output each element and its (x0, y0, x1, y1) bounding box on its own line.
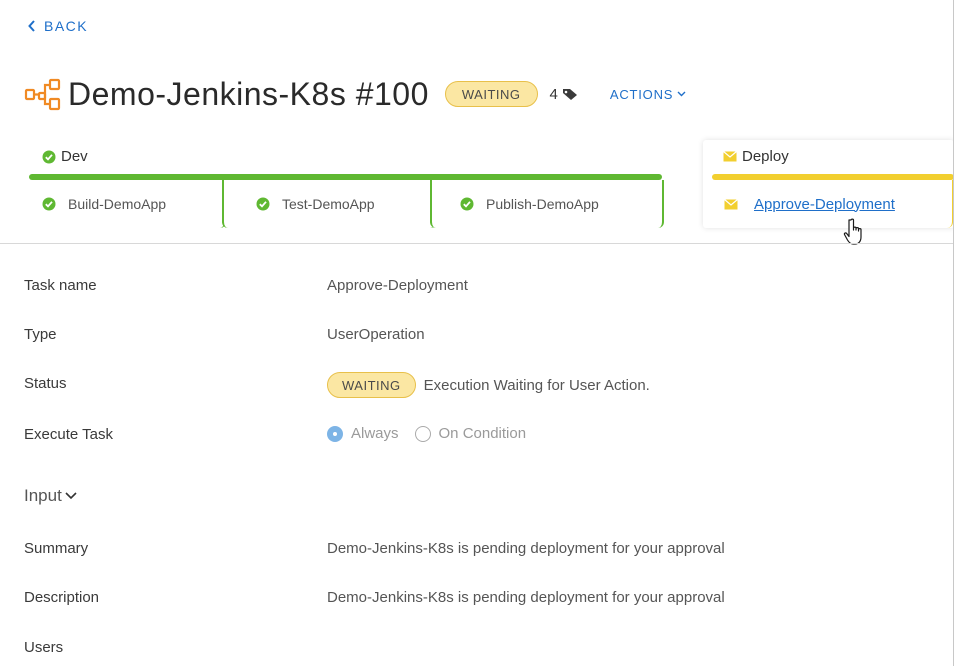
check-circle-icon (256, 197, 270, 211)
summary-label: Summary (24, 540, 89, 557)
stage-dev-label[interactable]: Dev (42, 148, 88, 165)
chevron-left-icon (28, 20, 35, 32)
radio-always[interactable] (327, 425, 343, 442)
tag-count-value: 4 (549, 85, 558, 103)
task-card-test[interactable]: Test-DemoApp (222, 180, 436, 228)
back-link[interactable]: BACK (28, 18, 88, 34)
actions-label: ACTIONS (609, 86, 674, 102)
hand-cursor-icon (843, 218, 862, 245)
stage-dev-name: Dev (61, 148, 88, 165)
task-build-label: Build-DemoApp (68, 196, 167, 212)
radio-on-condition[interactable] (414, 425, 431, 442)
check-circle-icon (42, 150, 56, 163)
task-card-publish[interactable]: Publish-DemoApp (430, 180, 664, 228)
tag-count[interactable]: 4 (550, 86, 578, 103)
input-section-label: Input (24, 486, 62, 505)
stage-deploy-name: Deploy (742, 148, 789, 165)
stage-deploy-label[interactable]: Deploy (723, 148, 789, 165)
task-name-label: Task name (24, 277, 97, 294)
input-section-toggle[interactable]: Input (24, 486, 77, 506)
task-publish-label: Publish-DemoApp (486, 196, 599, 212)
task-name-value: Approve-Deployment (327, 277, 468, 294)
envelope-icon (724, 198, 738, 209)
status-label: Status (24, 375, 67, 392)
type-label: Type (24, 326, 57, 343)
summary-value: Demo-Jenkins-K8s is pending deployment f… (327, 540, 725, 557)
status-text: Execution Waiting for User Action. (423, 376, 650, 394)
pipeline-icon (24, 78, 61, 111)
section-divider (0, 243, 954, 244)
users-label: Users (24, 639, 64, 656)
radio-on-condition-label: On Condition (438, 425, 527, 442)
task-test-label: Test-DemoApp (282, 196, 375, 212)
check-circle-icon (460, 197, 474, 211)
execute-task-options: Always On Condition (327, 425, 526, 442)
status-value: WAITING Execution Waiting for User Actio… (327, 372, 650, 398)
tag-icon (562, 88, 577, 100)
description-label: Description (24, 589, 100, 606)
approve-deployment-link[interactable]: Approve-Deployment (754, 196, 895, 213)
type-value: UserOperation (327, 326, 425, 343)
back-label: BACK (44, 18, 89, 34)
status-badge: WAITING (327, 372, 416, 398)
execute-task-label: Execute Task (24, 426, 113, 443)
page-title: Demo-Jenkins-K8s #100 (68, 75, 429, 112)
radio-always-label: Always (351, 425, 399, 442)
status-badge: WAITING (444, 81, 538, 107)
actions-menu[interactable]: ACTIONS (610, 87, 686, 102)
description-value: Demo-Jenkins-K8s is pending deployment f… (327, 589, 725, 606)
chevron-down-icon (677, 91, 686, 97)
task-card-approve[interactable]: Approve-Deployment (712, 180, 953, 228)
page-header: Demo-Jenkins-K8s #100 WAITING 4 ACTIONS (24, 76, 686, 112)
task-card-build[interactable]: Build-DemoApp (30, 180, 226, 228)
check-circle-icon (42, 197, 56, 211)
envelope-icon (723, 151, 737, 162)
chevron-down-icon (65, 492, 77, 500)
